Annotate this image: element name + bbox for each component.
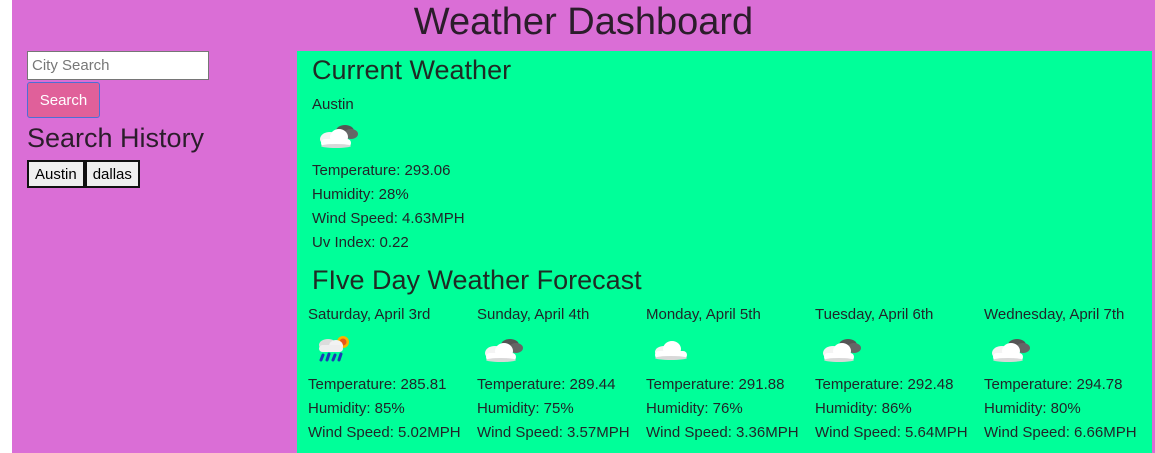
forecast-stats: Temperature: 285.81 Humidity: 85% Wind S…: [308, 373, 477, 445]
forecast-wind-speed: Wind Speed: 3.36MPH: [646, 424, 799, 441]
current-temperature: Temperature: 293.06: [312, 162, 451, 179]
forecast-date: Wednesday, April 7th: [984, 306, 1125, 323]
forecast-day: Sunday, April 4th Temperature: 289.44 Hu…: [477, 303, 646, 445]
forecast-stats: Temperature: 289.44 Humidity: 75% Wind S…: [477, 373, 646, 445]
forecast-stats: Temperature: 291.88 Humidity: 76% Wind S…: [646, 373, 815, 445]
sidebar: Search Search History Austin dallas: [27, 51, 287, 188]
forecast-date: Monday, April 5th: [646, 306, 761, 323]
cloud-icon: [655, 341, 687, 360]
header: Weather Dashboard: [12, 0, 1155, 46]
forecast-humidity: Humidity: 80%: [984, 400, 1081, 417]
forecast-temperature: Temperature: 294.78: [984, 376, 1123, 393]
forecast-day: Wednesday, April 7th Temperature: 294.78…: [984, 303, 1153, 445]
forecast-humidity: Humidity: 76%: [646, 400, 743, 417]
forecast-day: Tuesday, April 6th Temperature: 292.48 H…: [815, 303, 984, 445]
search-history-list: Austin dallas: [27, 160, 287, 188]
history-item-austin[interactable]: Austin: [27, 160, 85, 188]
forecast-wind-speed: Wind Speed: 3.57MPH: [477, 424, 630, 441]
forecast-temperature: Temperature: 289.44: [477, 376, 616, 393]
forecast-stats: Temperature: 294.78 Humidity: 80% Wind S…: [984, 373, 1153, 445]
forecast-temperature: Temperature: 292.48: [815, 376, 954, 393]
partly-cloudy-icon: [320, 125, 358, 148]
current-weather-title: Current Weather: [312, 55, 512, 85]
forecast-wind-speed: Wind Speed: 5.64MPH: [815, 424, 968, 441]
forecast-temperature: Temperature: 285.81: [308, 376, 447, 393]
forecast-humidity: Humidity: 75%: [477, 400, 574, 417]
forecast-date: Saturday, April 3rd: [308, 306, 431, 323]
forecast-humidity: Humidity: 86%: [815, 400, 912, 417]
city-search-input[interactable]: [27, 51, 209, 80]
search-button[interactable]: Search: [27, 82, 100, 118]
forecast-date: Tuesday, April 6th: [815, 306, 934, 323]
page-title: Weather Dashboard: [413, 1, 754, 43]
forecast-day: Saturday, April 3rd Temperature: 285.81 …: [308, 303, 477, 445]
forecast-date: Sunday, April 4th: [477, 306, 590, 323]
forecast-day: Monday, April 5th Temperature: 291.88 Hu…: [646, 303, 815, 445]
current-weather: Current Weather Austin Temperature: 293.…: [312, 51, 511, 255]
history-item-dallas[interactable]: dallas: [84, 160, 140, 188]
forecast-wind-speed: Wind Speed: 5.02MPH: [308, 424, 461, 441]
current-stats: Temperature: 293.06 Humidity: 28% Wind S…: [312, 159, 511, 255]
forecast-wind-speed: Wind Speed: 6.66MPH: [984, 424, 1137, 441]
current-uv-index: Uv Index: 0.22: [312, 234, 409, 251]
search-history-title: Search History: [27, 123, 205, 153]
page: Weather Dashboard Search Search History …: [12, 0, 1155, 453]
forecast-header: FIve Day Weather Forecast: [312, 261, 642, 299]
rain-sun-icon: [319, 336, 349, 362]
current-city: Austin: [312, 96, 354, 113]
current-wind-speed: Wind Speed: 4.63MPH: [312, 210, 465, 227]
forecast-list: Saturday, April 3rd Temperature: 285.81 …: [308, 303, 1153, 445]
current-humidity: Humidity: 28%: [312, 186, 409, 203]
forecast-humidity: Humidity: 85%: [308, 400, 405, 417]
broken-clouds-icon: [992, 339, 1030, 362]
forecast-temperature: Temperature: 291.88: [646, 376, 785, 393]
forecast-title: FIve Day Weather Forecast: [312, 265, 642, 295]
weather-panel: Current Weather Austin Temperature: 293.…: [297, 51, 1152, 453]
broken-clouds-icon: [485, 339, 523, 362]
broken-clouds-icon: [823, 339, 861, 362]
forecast-stats: Temperature: 292.48 Humidity: 86% Wind S…: [815, 373, 984, 445]
